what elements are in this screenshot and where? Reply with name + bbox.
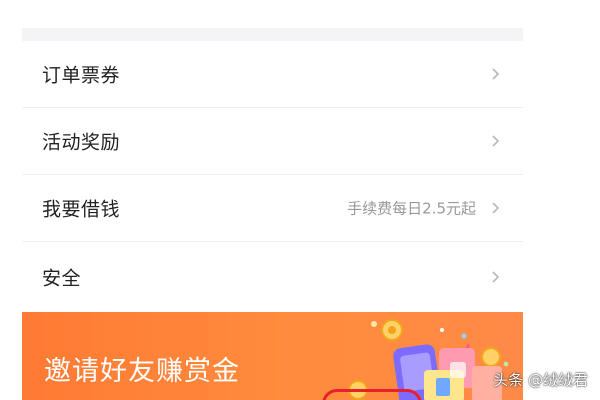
chevron-right-icon bbox=[491, 67, 501, 81]
menu-item-security[interactable]: 安全 bbox=[22, 242, 523, 312]
menu-list: 订单票券 活动奖励 我要借钱 手续费每日2.5元起 安全 bbox=[22, 41, 523, 312]
watermark: 头条 @绒绒君 bbox=[493, 371, 588, 389]
menu-item-activity-rewards[interactable]: 活动奖励 bbox=[22, 108, 523, 175]
menu-item-label: 我要借钱 bbox=[42, 198, 121, 221]
menu-item-label: 安全 bbox=[42, 267, 82, 290]
highlight-pill bbox=[322, 389, 422, 400]
menu-item-borrow-money[interactable]: 我要借钱 手续费每日2.5元起 bbox=[22, 175, 523, 242]
chevron-right-icon bbox=[491, 270, 501, 284]
chevron-right-icon bbox=[491, 134, 501, 148]
chevron-right-icon bbox=[491, 201, 501, 215]
banner-title: 邀请好友赚赏金 bbox=[44, 356, 240, 387]
menu-item-subtext: 手续费每日2.5元起 bbox=[347, 199, 476, 218]
settings-page: 订单票券 活动奖励 我要借钱 手续费每日2.5元起 安全 邀请好友赚赏金 头条 … bbox=[0, 0, 600, 400]
invite-friends-banner[interactable]: 邀请好友赚赏金 bbox=[22, 312, 523, 400]
menu-item-label: 活动奖励 bbox=[42, 131, 121, 154]
menu-item-label: 订单票券 bbox=[42, 64, 121, 87]
menu-item-orders-tickets[interactable]: 订单票券 bbox=[22, 41, 523, 108]
section-gap bbox=[22, 28, 523, 41]
